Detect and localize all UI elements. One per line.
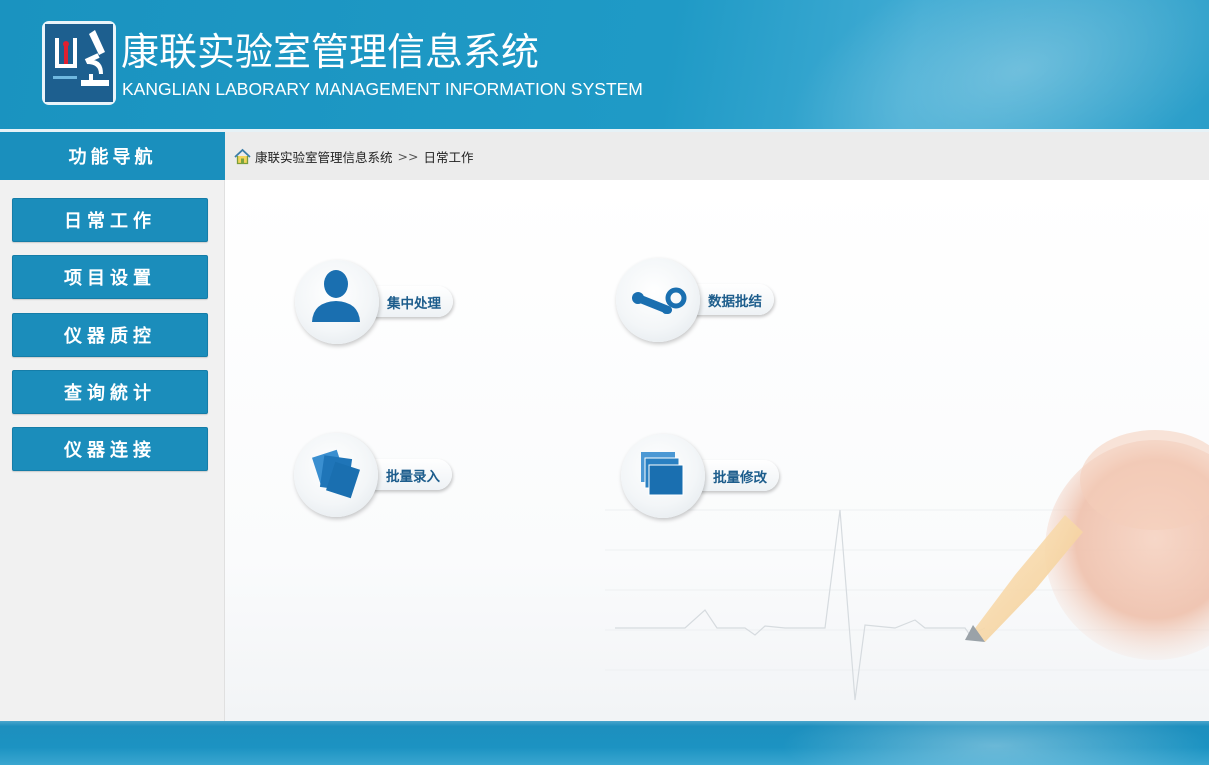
breadcrumb-current: 日常工作 <box>423 149 474 165</box>
sidebar-item-instrument-qc[interactable]: 仪器质控 <box>12 313 208 357</box>
breadcrumb-root[interactable]: 康联实验室管理信息系统 <box>255 147 393 166</box>
footer-glow <box>780 721 1209 765</box>
main-content: 集中处理 数据批结 批量录入 批量修改 <box>225 180 1209 721</box>
tile-label: 数据批结 <box>708 294 762 310</box>
steam-link-icon <box>616 258 700 342</box>
breadcrumb: 康联实验室管理信息系统 >> 日常工作 <box>225 132 1209 180</box>
tile-batch-entry[interactable]: 批量录入 <box>294 433 464 523</box>
layers-stack-icon <box>621 434 705 518</box>
breadcrumb-separator: >> <box>397 148 419 164</box>
sidebar-item-instrument-connection[interactable]: 仪器连接 <box>12 427 208 471</box>
microscope-logo-icon <box>42 21 116 105</box>
cards-stack-icon <box>294 433 378 517</box>
tile-centralized-processing[interactable]: 集中处理 <box>295 260 465 350</box>
sidebar-item-query-stats[interactable]: 查询統计 <box>12 370 208 414</box>
sidebar: 日常工作 项目设置 仪器质控 查询統计 仪器连接 <box>0 180 225 721</box>
user-icon <box>295 260 379 344</box>
home-icon[interactable] <box>234 148 251 165</box>
app-subtitle: KANGLIAN LABORARY MANAGEMENT INFORMATION… <box>122 79 643 99</box>
app-footer <box>0 721 1209 765</box>
app-header: 康联实验室管理信息系统 KANGLIAN LABORARY MANAGEMENT… <box>0 0 1209 129</box>
nav-title: 功能导航 <box>0 132 225 180</box>
app-title: 康联实验室管理信息系统 <box>121 30 540 74</box>
tile-label: 批量录入 <box>386 469 440 485</box>
tile-label: 批量修改 <box>713 470 767 486</box>
tile-batch-modify[interactable]: 批量修改 <box>621 434 791 524</box>
tile-data-batch[interactable]: 数据批结 <box>616 258 786 348</box>
header-glow <box>732 0 1209 129</box>
sidebar-item-project-settings[interactable]: 项目设置 <box>12 255 208 299</box>
sidebar-item-daily-work[interactable]: 日常工作 <box>12 198 208 242</box>
tile-label: 集中处理 <box>387 296 441 312</box>
